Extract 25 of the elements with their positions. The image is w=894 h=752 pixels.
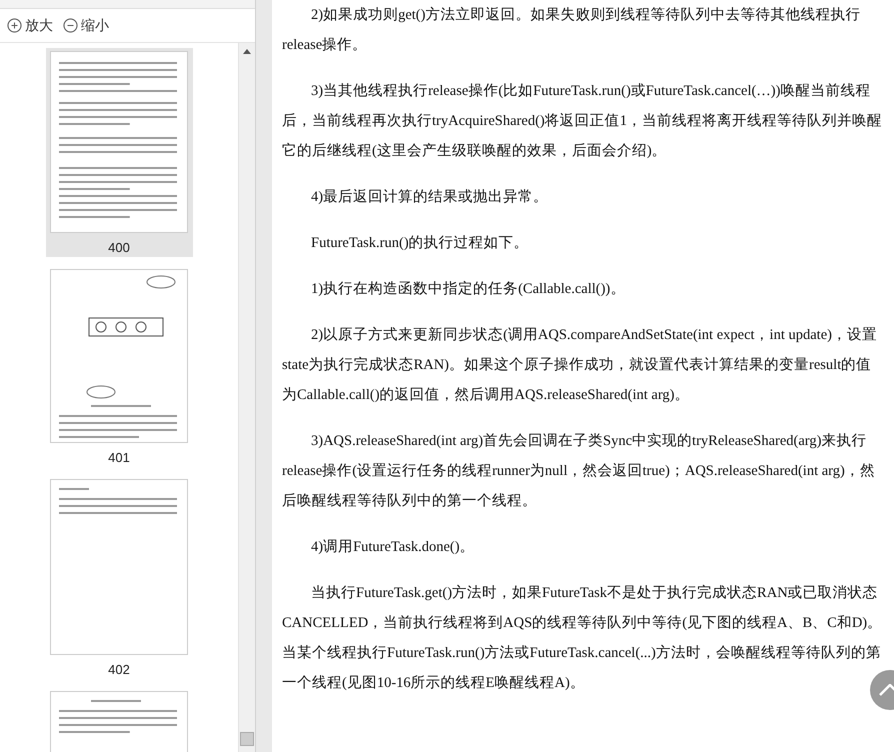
scroll-up-icon[interactable] [243,49,251,54]
page-number: 401 [108,450,130,465]
paragraph: 2)以原子方式来更新同步状态(调用AQS.compareAndSetState(int expect，int update)，设置state为执行完成状态RAN)。如果这个原子操作成功，就设置代表计算结果的变量result的值为Callable.call()的返回值，然后调用AQS.releaseShared(int arg)。 [282,326,878,405]
thumbnail-item[interactable]: 402 [46,476,192,679]
scrollbar-thumb[interactable] [240,732,254,746]
page-thumbnail[interactable] [50,269,188,443]
thumbnail-item[interactable]: 401 [46,266,192,467]
paragraph: 3)当其他线程执行release操作(比如FutureTask.run()或FutureTask.cancel(…))唤醒当前线程后，当前线程再次执行tryAcquireShared()将返回正值1，当前线程将离开线程等待队列并唤醒它的后继线程(这里会产生级联唤醒的效果，后面会介绍)。 [282,82,883,161]
paragraph: 4)最后返回计算的结果或抛出异常。 [310,188,550,207]
zoom-in-icon [7,18,22,33]
zoom-out-button[interactable]: 缩小 [61,16,111,34]
scrollbar[interactable] [238,43,255,752]
paragraph: 1)执行在构造函数中指定的任务(Callable.call())。 [310,280,626,299]
paragraph: 4)调用FutureTask.done()。 [310,538,476,557]
page-number: 402 [108,662,130,677]
paragraph: 2)如果成功则get()方法立即返回。如果失败则到线程等待队列中去等待其他线程执行release操作。 [282,6,862,55]
paragraph: 3)AQS.releaseShared(int arg)首先会回调在子类Sync中实现的tryReleaseShared(arg)来执行release操作(设置运行任务的线程runner为null，然会返回true)；AQS.releaseShared(int arg)，然后唤醒线程等待队列中的第一个线程。 [282,432,876,511]
page-thumbnail[interactable] [50,51,188,233]
paragraph: FutureTask.run()的执行过程如下。 [310,234,530,253]
page-number: 400 [108,240,130,255]
thumbnail-item[interactable]: 400 [46,48,192,257]
zoom-in-button[interactable]: 放大 [5,16,55,34]
zoom-out-icon [63,18,78,33]
page-thumbnail[interactable] [50,479,188,655]
paragraph: 当执行FutureTask.get()方法时，如果FutureTask不是处于执行完成状态RAN或已取消状态CANCELLED，当前执行线程将到AQS的线程等待队列中等待(见下图的线程A、B、C和D)。当某个线程执行FutureTask.run()方法或FutureTask.cancel(...)方法时，会唤醒线程等待队列的第一个线程(见图10-16所示的线程E唤醒线程A)。 [282,584,884,693]
